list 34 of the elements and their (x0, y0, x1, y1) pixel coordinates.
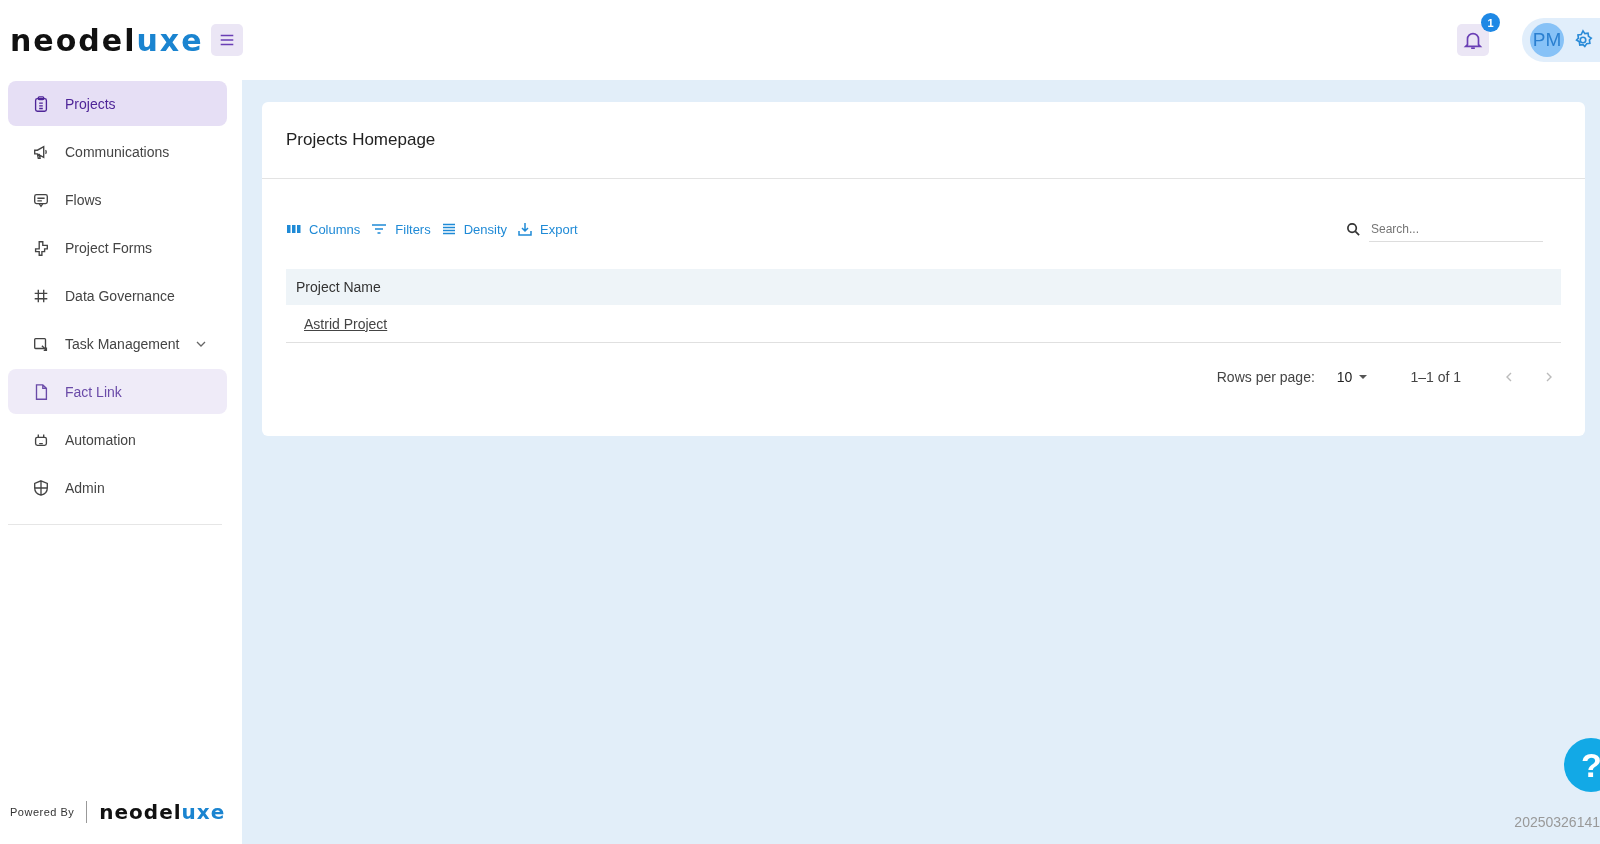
powered-by-label: Powered By (10, 806, 75, 818)
dropdown-caret-icon (1358, 372, 1369, 382)
clipboard-icon (32, 94, 50, 113)
sidebar-item[interactable]: Projects (8, 81, 227, 126)
notification-count: 1 (1481, 13, 1500, 32)
export-button[interactable]: Export (517, 221, 578, 237)
sidebar-item[interactable]: Data Governance (8, 273, 227, 318)
sidebar-item[interactable]: Automation (8, 417, 227, 462)
brand-logo: neodeluxe (99, 800, 226, 824)
density-button[interactable]: Density (440, 221, 508, 237)
build-timestamp-text: 20250326141 (1514, 814, 1600, 830)
shield-icon (32, 478, 50, 497)
menu-button[interactable] (211, 24, 244, 56)
columns-button[interactable]: Columns (286, 221, 361, 237)
density-icon (440, 221, 457, 237)
download-icon (517, 221, 534, 237)
sidebar-item[interactable]: Admin (8, 465, 227, 510)
page-range: 1–1 of 1 (1410, 369, 1461, 385)
rows-per-page-select[interactable]: 10 (1330, 368, 1375, 386)
search-icon (1346, 221, 1361, 237)
filter-icon (370, 221, 389, 237)
card-title: Projects Homepage (262, 102, 1585, 179)
project-link[interactable]: Astrid Project (304, 315, 388, 332)
puzzle-icon (32, 238, 50, 257)
sidebar-item[interactable]: Fact Link (8, 369, 227, 414)
sidebar-item[interactable]: Project Forms (8, 225, 227, 270)
notifications-button[interactable] (1457, 24, 1489, 56)
sidebar-item[interactable]: Flows (8, 177, 227, 222)
rows-per-page-label: Rows per page: (1216, 369, 1315, 385)
sidebar-item[interactable]: Task Management (8, 321, 227, 366)
filters-button[interactable]: Filters (370, 221, 431, 237)
sidebar-item[interactable]: Communications (8, 129, 227, 174)
column-header[interactable]: Project Name (296, 279, 381, 295)
brand-logo: neodeluxe (10, 22, 204, 58)
